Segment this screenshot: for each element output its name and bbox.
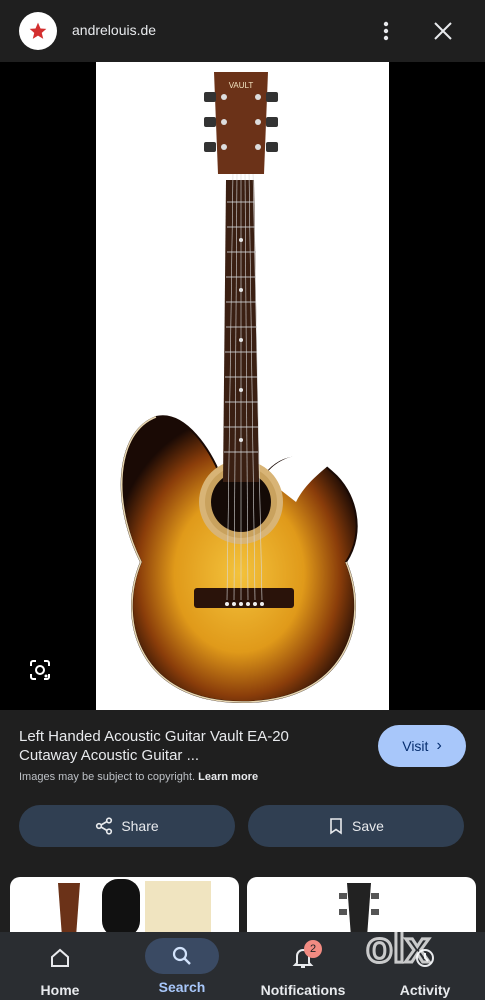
nav-search-label: Search (158, 979, 206, 995)
copyright-notice: Images may be subject to copyright. Lear… (19, 771, 258, 783)
nav-activity-label: Activity (399, 982, 451, 998)
share-button[interactable]: Share (19, 805, 235, 847)
copyright-text: Images may be subject to copyright. (19, 771, 196, 783)
share-label: Share (121, 818, 159, 834)
related-image-thumbnail[interactable] (10, 877, 239, 937)
close-icon[interactable] (429, 17, 457, 45)
nav-notifications-label: Notifications (260, 982, 346, 998)
share-icon (96, 817, 113, 835)
site-name[interactable]: andrelouis.de (72, 22, 156, 38)
headstock-logo: VAULT (229, 81, 254, 90)
result-title[interactable]: Left Handed Acoustic Guitar Vault EA-20 … (19, 727, 349, 765)
nav-home[interactable]: Home (20, 932, 100, 1000)
lens-search-icon[interactable] (26, 656, 54, 684)
visit-button[interactable]: Visit › (378, 725, 466, 767)
save-label: Save (352, 818, 384, 834)
notification-badge: 2 (304, 940, 322, 958)
guitar-image: VAULT (96, 62, 389, 710)
save-button[interactable]: Save (248, 805, 464, 847)
svg-text:olx: olx (366, 923, 430, 970)
chevron-right-icon: › (436, 737, 442, 754)
nav-notifications[interactable]: 2 Notifications (252, 932, 354, 1000)
top-bar: andrelouis.de (0, 0, 485, 62)
search-icon (145, 938, 219, 974)
more-options-icon[interactable] (374, 17, 398, 45)
bookmark-icon (330, 818, 342, 835)
red-star-icon (29, 22, 47, 39)
learn-more-link[interactable]: Learn more (198, 771, 258, 783)
home-icon (49, 944, 71, 972)
visit-label: Visit (402, 738, 429, 754)
olx-watermark-logo: olx (365, 922, 432, 970)
site-logo[interactable] (19, 12, 57, 50)
nav-search[interactable]: Search (141, 932, 223, 1000)
nav-home-label: Home (40, 982, 80, 998)
image-viewer[interactable]: VAULT (0, 62, 485, 710)
